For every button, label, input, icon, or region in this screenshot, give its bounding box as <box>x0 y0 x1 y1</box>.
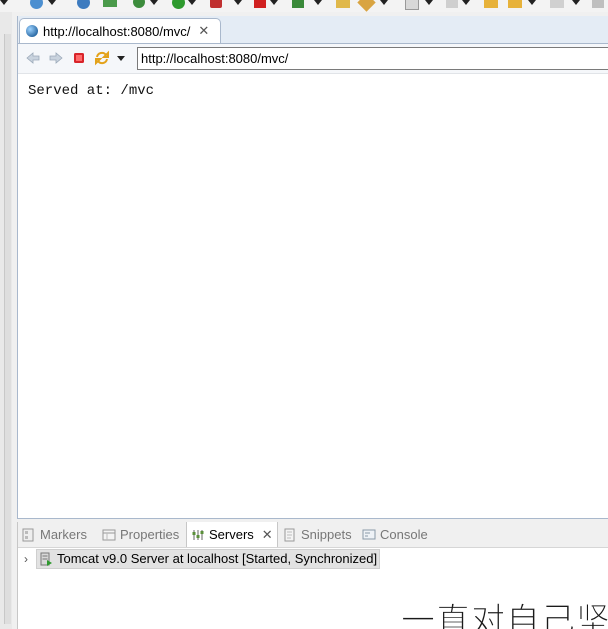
stop-server-icon[interactable] <box>254 0 266 9</box>
dropdown-arrow-icon[interactable] <box>572 0 580 9</box>
open-folder-icon[interactable] <box>336 0 350 9</box>
toolbar-overflow-icon[interactable] <box>592 0 604 9</box>
chevron-right-icon[interactable]: › <box>24 552 36 566</box>
forward-arrow-icon[interactable] <box>48 50 64 66</box>
server-started-icon <box>39 552 53 566</box>
dropdown-arrow-icon[interactable] <box>528 0 536 9</box>
browser-tab-title: http://localhost:8080/mvc/ <box>43 23 191 39</box>
navigate-icon[interactable] <box>446 0 458 9</box>
editor-tab-bar: http://localhost:8080/mvc/ ✕ <box>18 16 608 44</box>
tab-console[interactable]: Console <box>362 522 428 547</box>
snippets-icon <box>283 528 297 542</box>
markers-icon <box>22 528 36 542</box>
properties-icon <box>102 528 116 542</box>
page-content: Served at: /mvc <box>28 82 154 99</box>
server-status-text: Tomcat v9.0 Server at localhost [Started… <box>57 551 378 566</box>
servers-icon <box>191 528 205 542</box>
server-list-item[interactable]: › Tomcat v9.0 Server at localhost [Start… <box>24 548 381 569</box>
chevron-down-icon[interactable] <box>115 50 127 66</box>
back-arrow-icon[interactable] <box>25 50 41 66</box>
tab-label: Console <box>380 527 428 542</box>
forward-icon[interactable] <box>508 0 522 9</box>
dropdown-arrow-icon[interactable] <box>0 0 8 9</box>
served-at-text: Served at: /mvc <box>28 83 155 99</box>
tab-label: Markers <box>40 527 87 542</box>
main-toolbar <box>0 0 608 12</box>
left-scrollbar[interactable] <box>4 34 11 624</box>
url-field <box>137 47 608 70</box>
coverage-icon[interactable] <box>210 0 222 9</box>
globe-icon[interactable] <box>77 0 90 9</box>
dropdown-arrow-icon[interactable] <box>380 0 388 9</box>
close-icon[interactable]: ✕ <box>198 23 209 39</box>
dropdown-arrow-icon[interactable] <box>425 0 433 9</box>
url-input[interactable] <box>138 51 608 66</box>
tab-label: Properties <box>120 527 180 542</box>
stop-icon[interactable] <box>71 50 87 66</box>
tab-markers[interactable]: Markers <box>22 522 87 547</box>
tab-snippets[interactable]: Snippets <box>283 522 352 547</box>
tab-label: Servers <box>209 527 254 542</box>
dropdown-arrow-icon[interactable] <box>270 0 278 9</box>
globe-icon <box>26 25 38 37</box>
annotation-icon[interactable] <box>405 0 419 10</box>
debug-icon[interactable] <box>133 0 145 9</box>
back-icon[interactable] <box>484 0 498 9</box>
console-icon <box>362 528 376 542</box>
panel-tab-bar: Markers Properties Servers ✕ Snippets Co… <box>18 522 608 548</box>
tomcat-server-entry[interactable]: Tomcat v9.0 Server at localhost [Started… <box>36 548 381 569</box>
dropdown-arrow-icon[interactable] <box>188 0 196 9</box>
tab-label: Snippets <box>301 527 352 542</box>
browser-nav-bar <box>18 44 608 74</box>
dropdown-arrow-icon[interactable] <box>462 0 470 9</box>
run-external-icon[interactable] <box>103 0 117 9</box>
refresh-icon[interactable] <box>94 50 110 66</box>
dropdown-arrow-icon[interactable] <box>48 0 56 9</box>
forward-nav-icon[interactable] <box>550 0 564 9</box>
dropdown-arrow-icon[interactable] <box>234 0 242 9</box>
spring-icon[interactable] <box>30 0 43 9</box>
watermark-overlay: 一直对自己坚 <box>399 588 608 629</box>
run-icon[interactable] <box>172 0 185 9</box>
start-server-icon[interactable] <box>292 0 304 9</box>
build-icon[interactable] <box>357 0 376 12</box>
internal-web-browser: http://localhost:8080/mvc/ ✕ Served at: … <box>17 16 608 519</box>
close-icon[interactable]: ✕ <box>262 527 273 543</box>
dropdown-arrow-icon[interactable] <box>314 0 322 9</box>
left-side-strip <box>0 12 12 629</box>
dropdown-arrow-icon[interactable] <box>150 0 158 9</box>
tab-servers[interactable]: Servers ✕ <box>186 522 278 547</box>
browser-tab[interactable]: http://localhost:8080/mvc/ ✕ <box>19 18 221 43</box>
tab-properties[interactable]: Properties <box>102 522 179 547</box>
watermark-text: 一直对自己坚 <box>400 600 608 629</box>
